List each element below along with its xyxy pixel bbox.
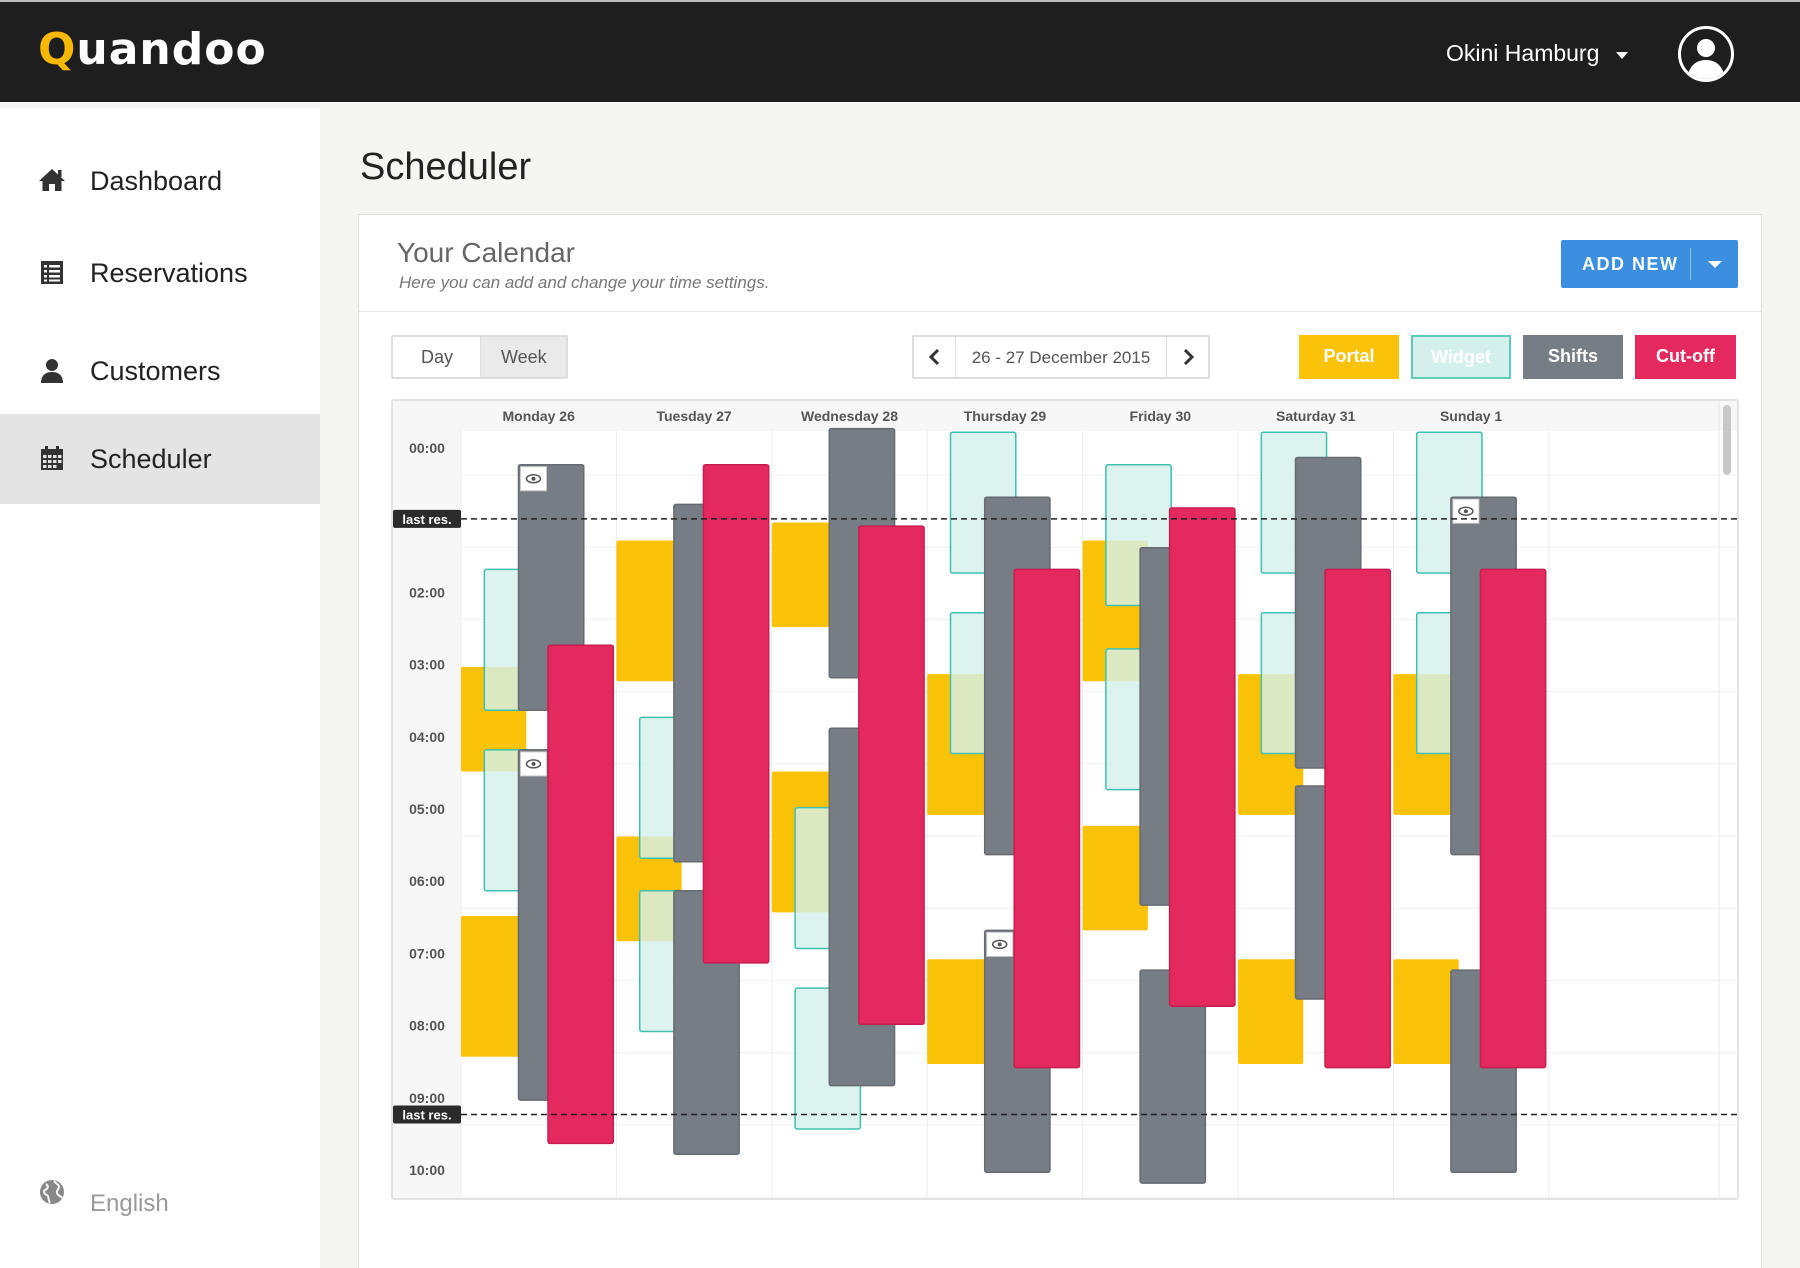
- account-dropdown-icon[interactable]: [1616, 52, 1628, 59]
- hour-label: 00:00: [409, 440, 445, 456]
- cutoff-block[interactable]: [1479, 568, 1547, 1069]
- eye-icon-pupil: [997, 942, 1002, 947]
- card-title: Your Calendar: [397, 237, 575, 268]
- day-header: Sunday 1: [1440, 408, 1502, 424]
- portal-block[interactable]: [771, 522, 838, 628]
- chevron-left-icon: [928, 348, 940, 366]
- day-header: Saturday 31: [1276, 408, 1356, 424]
- page-title: Scheduler: [360, 146, 532, 188]
- view-week-button[interactable]: Week: [480, 337, 566, 377]
- hour-label: 06:00: [409, 873, 445, 889]
- day-header: Thursday 29: [964, 408, 1047, 424]
- day-header-row: [393, 401, 1737, 431]
- sidebar-item-customers[interactable]: Customers: [0, 326, 320, 416]
- sidebar-item-scheduler[interactable]: Scheduler: [0, 414, 320, 504]
- cutoff-block[interactable]: [1013, 568, 1081, 1069]
- day-header: Wednesday 28: [801, 408, 898, 424]
- cutoff-block[interactable]: [1168, 507, 1236, 1007]
- portal-block[interactable]: [927, 959, 993, 1064]
- portal-block[interactable]: [1393, 959, 1459, 1064]
- prev-week-button[interactable]: [914, 337, 956, 377]
- filter-cutoff-button[interactable]: Cut-off: [1635, 335, 1736, 379]
- user-avatar-icon[interactable]: [1678, 26, 1734, 82]
- sidebar-item-label: Reservations: [90, 258, 248, 288]
- sidebar-item-label: Customers: [90, 356, 221, 386]
- hour-label: 07:00: [409, 945, 445, 961]
- day-header: Monday 26: [503, 408, 576, 424]
- sidebar-item-dashboard[interactable]: Dashboard: [0, 136, 320, 226]
- sidebar-item-label: Dashboard: [90, 166, 223, 196]
- hour-label: 04:00: [409, 729, 445, 745]
- calendar-card: Your Calendar Here you can add and chang…: [358, 214, 1762, 1268]
- filter-shifts-button[interactable]: Shifts: [1523, 335, 1623, 379]
- hour-label: 10:00: [409, 1162, 445, 1178]
- home-icon: [39, 169, 65, 191]
- eye-icon-pupil: [531, 476, 536, 481]
- portal-block[interactable]: [1238, 959, 1304, 1064]
- list-icon: [41, 261, 63, 284]
- cutoff-block[interactable]: [858, 525, 925, 1026]
- date-range-label[interactable]: 26 - 27 December 2015: [956, 348, 1166, 368]
- add-new-button[interactable]: ADD NEW: [1561, 240, 1738, 288]
- card-divider: [359, 311, 1761, 312]
- view-day-button[interactable]: Day: [393, 337, 480, 377]
- scrollbar-thumb[interactable]: [1723, 405, 1731, 475]
- view-week-label: Week: [501, 347, 547, 367]
- portal-block[interactable]: [1082, 825, 1148, 931]
- cutoff-block[interactable]: [547, 644, 615, 1145]
- cutoff-block[interactable]: [702, 463, 770, 964]
- hour-label: 02:00: [409, 584, 445, 600]
- sidebar-item-label: Scheduler: [90, 444, 212, 474]
- hour-label: 08:00: [409, 1018, 445, 1034]
- calendar-grid: 00:0001:0002:0003:0004:0005:0006:0007:00…: [393, 401, 1737, 1198]
- cutoff-block[interactable]: [1324, 568, 1392, 1069]
- day-header: Tuesday 27: [656, 408, 731, 424]
- sidebar: Dashboard Reservations Customers Schedul…: [0, 108, 320, 1268]
- filter-widget-button[interactable]: Widget: [1411, 335, 1511, 379]
- date-navigator: 26 - 27 December 2015: [912, 335, 1210, 379]
- add-new-dropdown-icon[interactable]: [1708, 261, 1722, 268]
- sidebar-item-reservations[interactable]: Reservations: [0, 228, 320, 318]
- hour-label: 03:00: [409, 657, 445, 673]
- chevron-right-icon: [1183, 348, 1195, 366]
- account-name[interactable]: Okini Hamburg: [1446, 40, 1599, 67]
- eye-icon-pupil: [1463, 509, 1468, 514]
- add-new-label: ADD NEW: [1582, 254, 1679, 274]
- quandoo-logo[interactable]: Quandoo: [38, 24, 267, 75]
- eye-icon-pupil: [531, 761, 536, 766]
- last-reservation-label: last res.: [402, 512, 451, 527]
- calendar-icon: [41, 446, 63, 470]
- user-icon: [41, 359, 63, 383]
- portal-block[interactable]: [616, 540, 682, 682]
- hour-label: 05:00: [409, 801, 445, 817]
- view-toggle: Day Week: [391, 335, 568, 379]
- next-week-button[interactable]: [1166, 337, 1208, 377]
- view-day-label: Day: [421, 347, 454, 367]
- top-bar: Quandoo Okini Hamburg: [0, 0, 1800, 102]
- portal-block[interactable]: [461, 915, 527, 1057]
- week-calendar: 00:0001:0002:0003:0004:0005:0006:0007:00…: [391, 399, 1739, 1200]
- last-reservation-label: last res.: [402, 1108, 451, 1123]
- globe-icon: [40, 1180, 64, 1204]
- day-header: Friday 30: [1130, 408, 1192, 424]
- hour-label: 09:00: [409, 1090, 445, 1106]
- filter-portal-button[interactable]: Portal: [1299, 335, 1399, 379]
- add-new-separator: [1690, 248, 1691, 280]
- card-subtitle: Here you can add and change your time se…: [399, 273, 770, 292]
- language-selector[interactable]: English: [90, 1190, 169, 1218]
